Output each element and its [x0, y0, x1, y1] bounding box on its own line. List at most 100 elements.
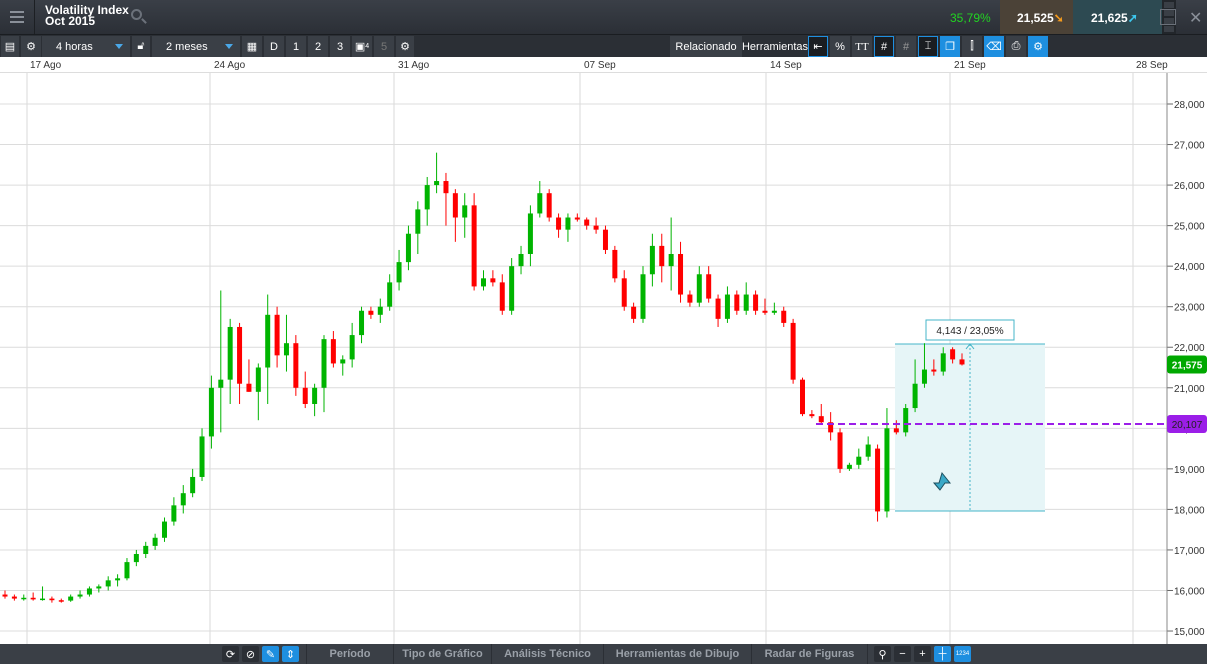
y-tick-label: 16,000 — [1174, 586, 1205, 597]
candle — [405, 225, 411, 271]
candle-body — [143, 545, 149, 554]
date-label: 24 Ago — [214, 60, 246, 71]
candle — [518, 245, 524, 275]
button-1[interactable]: 1 — [286, 36, 306, 57]
candle — [396, 249, 402, 291]
candle-body — [293, 343, 299, 388]
candle — [293, 335, 299, 396]
close-icon[interactable]: ✕ — [1189, 8, 1202, 28]
print-icon[interactable]: ⎙ — [1006, 36, 1026, 57]
candle — [659, 233, 665, 283]
candle-body — [302, 387, 308, 404]
candle-body — [462, 205, 468, 218]
chart-toolbar: ▤ ⚙ 4 horas 🔓︎ 2 meses ▦ D 1 2 3 ▣ 4 5 ⚙ … — [0, 34, 1207, 57]
crosshair-icon[interactable]: ┼ — [934, 646, 951, 662]
interval-value: 4 horas — [56, 40, 93, 53]
tab-technical-analysis[interactable]: Análisis Técnico — [492, 644, 604, 664]
candle — [11, 594, 17, 601]
settings-gear-icon[interactable]: ⚙ — [21, 36, 41, 57]
candle-body — [659, 245, 665, 267]
interval-select[interactable]: 4 horas — [42, 36, 130, 57]
zoom-search-icon[interactable]: ⚲ — [874, 646, 891, 662]
settings-gear-icon-2[interactable]: ⚙ — [396, 36, 414, 57]
candle — [302, 371, 308, 409]
candle-body — [706, 274, 712, 299]
search-icon[interactable] — [131, 9, 142, 20]
candle — [133, 549, 139, 567]
candle-body — [227, 326, 233, 380]
candle-body — [124, 562, 130, 579]
zoom-in-button[interactable]: + — [914, 646, 931, 662]
back-arrow-icon[interactable]: ⇤ — [808, 36, 828, 57]
candle-icon[interactable]: ⌶ — [918, 36, 938, 57]
candle-body — [30, 597, 36, 600]
date-label: 28 Sep — [1136, 60, 1168, 71]
candle-body — [396, 262, 402, 283]
sell-button[interactable]: 21,525➘ — [1000, 0, 1073, 34]
candle — [96, 584, 102, 593]
candle — [771, 302, 777, 315]
candle — [546, 189, 552, 222]
price-chart[interactable]: 15,00016,00017,00018,00019,00020,00021,0… — [0, 73, 1207, 644]
lock-icon[interactable]: 🔓︎ — [132, 36, 150, 57]
button-d[interactable]: D — [264, 36, 284, 57]
save-layout-button[interactable]: ▣ 4 — [352, 36, 372, 57]
text-size-button[interactable]: TT — [852, 36, 872, 57]
candle — [696, 266, 702, 307]
tab-drawing-tools[interactable]: Herramientas de Dibujo — [604, 644, 752, 664]
save-icon: ▣ — [354, 41, 366, 53]
instrument-title[interactable]: Volatility Index Oct 2015 — [45, 4, 129, 27]
candle — [527, 205, 533, 267]
candle-body — [959, 359, 965, 365]
scroll-updown-icon[interactable]: ⇕ — [282, 646, 299, 662]
candle — [790, 318, 796, 384]
sell-price: 21,525 — [1017, 11, 1054, 25]
menu-icon[interactable] — [0, 0, 35, 34]
label-tag-icon[interactable]: ⌫ — [984, 36, 1004, 57]
candle-body — [734, 294, 740, 311]
candle-body — [809, 414, 815, 417]
tab-period[interactable]: Período — [306, 644, 394, 664]
candle-body — [86, 588, 92, 595]
candle — [340, 355, 346, 376]
candle-body — [743, 294, 749, 311]
candle — [602, 225, 608, 254]
candle-body — [921, 369, 927, 384]
grid-edit-icon[interactable]: # — [896, 36, 916, 57]
candle — [715, 294, 721, 327]
candle-body — [875, 448, 881, 512]
percent-button[interactable]: % — [830, 36, 850, 57]
button-3[interactable]: 3 — [330, 36, 350, 57]
refresh-icon[interactable]: ⟳ — [222, 646, 239, 662]
calendar-icon[interactable]: ▦ — [242, 36, 262, 57]
candle-body — [518, 253, 524, 267]
list-icon[interactable]: ▤ — [1, 36, 19, 57]
candle-body — [274, 314, 280, 356]
candle-body — [790, 322, 796, 380]
detach-window-icon[interactable] — [1160, 9, 1176, 25]
candle-body — [678, 253, 684, 295]
disable-icon[interactable]: ⊘ — [242, 646, 259, 662]
buy-button[interactable]: 21,625➚ — [1073, 0, 1162, 34]
tab-pattern-radar[interactable]: Radar de Figuras — [752, 644, 868, 664]
candle-body — [405, 233, 411, 263]
candle — [21, 594, 27, 601]
y-tick-label: 25,000 — [1174, 222, 1205, 233]
pencil-icon[interactable]: ✎ — [262, 646, 279, 662]
range-select[interactable]: 2 meses — [152, 36, 240, 57]
y-tick-label: 22,000 — [1174, 343, 1205, 354]
save-count: 4 — [365, 43, 370, 50]
button-5[interactable]: 5 — [374, 36, 394, 57]
zoom-out-button[interactable]: − — [894, 646, 911, 662]
button-2[interactable]: 2 — [308, 36, 328, 57]
candle-body — [865, 444, 871, 457]
counter-button[interactable]: 1234 — [954, 646, 971, 662]
related-button[interactable]: Relacionado — [670, 36, 742, 57]
tab-chart-type[interactable]: Tipo de Gráfico — [394, 644, 492, 664]
candle-body — [330, 339, 336, 364]
chart-settings-icon[interactable]: ⚙ — [1028, 36, 1048, 57]
candle — [574, 213, 580, 222]
grid-icon[interactable]: # — [874, 36, 894, 57]
windows-icon[interactable]: ❐ — [940, 36, 960, 57]
candles-type-icon[interactable]: ⫿ — [962, 36, 982, 57]
